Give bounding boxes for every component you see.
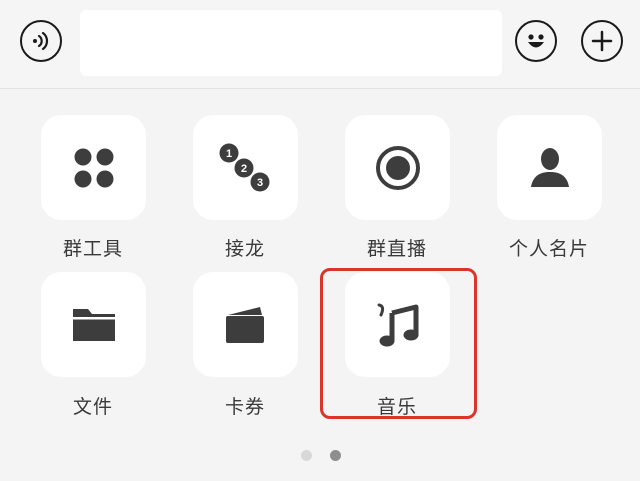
app-tile-coupons[interactable] [193, 272, 298, 377]
app-tile-contact-card[interactable] [497, 115, 602, 220]
chain-number-2: 2 [240, 163, 246, 175]
app-label-group-live: 群直播 [366, 238, 427, 260]
app-label-file: 文件 [72, 396, 113, 418]
music-highlight-box [320, 268, 477, 419]
numbered-chain-icon: 1 2 3 [219, 143, 269, 191]
chain-number-1: 1 [225, 148, 231, 160]
page-dot-2-active[interactable] [330, 450, 341, 461]
record-icon [375, 145, 420, 190]
app-tile-group-tools[interactable] [41, 115, 146, 220]
app-tile-file[interactable] [41, 272, 146, 377]
app-label-coupons: 卡券 [224, 396, 265, 418]
app-label-group-tools: 群工具 [62, 238, 123, 260]
message-input[interactable] [80, 10, 502, 76]
four-dots-icon [74, 148, 113, 187]
plus-icon [591, 30, 613, 52]
more-button[interactable] [581, 20, 623, 62]
person-icon [530, 147, 569, 187]
app-tile-group-live[interactable] [345, 115, 450, 220]
app-label-chain: 接龙 [224, 238, 265, 260]
smiley-icon [528, 34, 544, 48]
page-dot-1[interactable] [301, 450, 312, 461]
voice-button[interactable] [20, 20, 62, 62]
wallet-icon [225, 306, 264, 343]
emoji-button[interactable] [515, 20, 557, 62]
chain-number-3: 3 [256, 177, 262, 189]
voice-icon [33, 31, 49, 51]
folder-icon [72, 308, 115, 341]
app-tile-chain[interactable]: 1 2 3 [193, 115, 298, 220]
app-label-contact-card: 个人名片 [508, 238, 589, 260]
chat-input-bar [0, 0, 640, 89]
